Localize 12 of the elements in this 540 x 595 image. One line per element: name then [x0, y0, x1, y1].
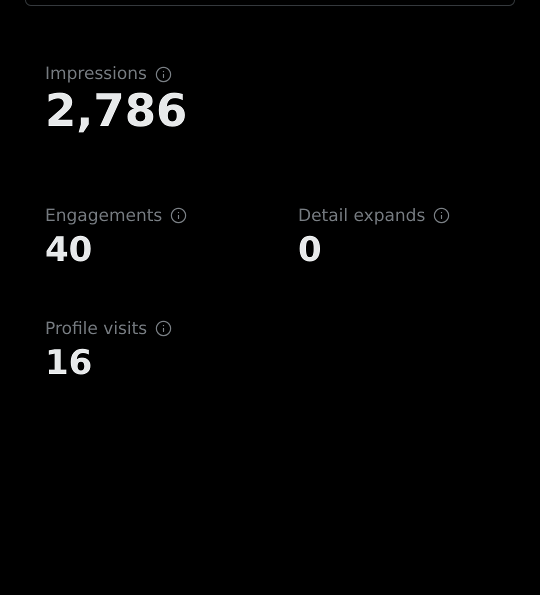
metric-label: Profile visits — [45, 318, 148, 339]
info-icon[interactable] — [170, 207, 188, 224]
metric-label: Engagements — [45, 206, 162, 226]
info-icon[interactable] — [155, 320, 172, 338]
info-icon[interactable] — [433, 207, 450, 224]
metric-value: 40 — [45, 232, 94, 269]
metric-label: Detail expands — [298, 206, 426, 226]
metric-value: 0 — [298, 232, 323, 269]
metric-value: 16 — [45, 344, 94, 382]
info-icon[interactable] — [154, 66, 172, 82]
metric-label: Impressions — [45, 64, 147, 84]
metric-value: 2,786 — [45, 86, 188, 136]
